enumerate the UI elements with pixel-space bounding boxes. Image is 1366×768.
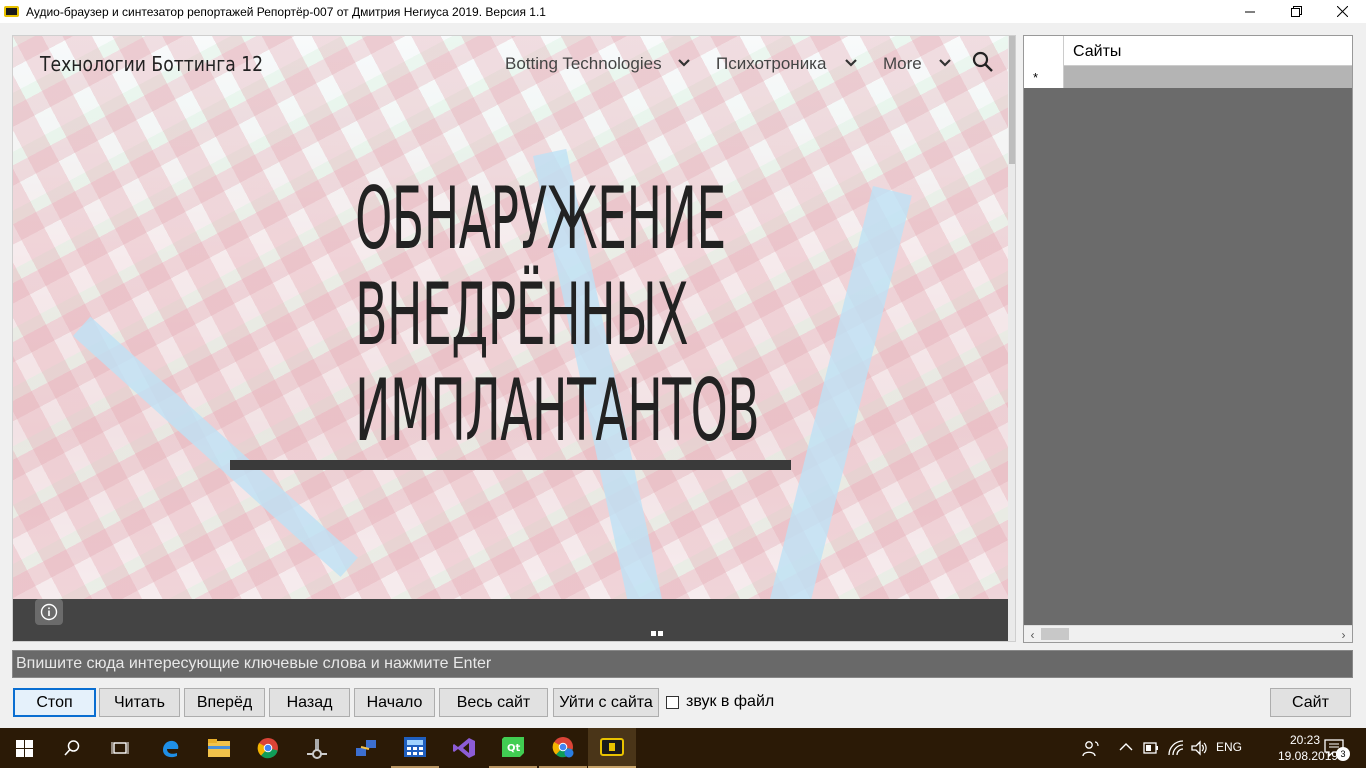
windows-logo-icon [15,739,33,757]
close-icon [1336,6,1348,17]
network-icon[interactable] [342,728,390,768]
volume-icon[interactable] [1190,739,1208,757]
scroll-left-icon[interactable]: ‹ [1024,626,1041,643]
minimize-button[interactable] [1227,0,1273,23]
start-button[interactable]: Начало [354,688,435,717]
slide-indicator[interactable] [651,631,663,636]
site-title[interactable]: Технологии Боттинга 12 [40,52,263,76]
battery-icon[interactable] [1142,740,1160,756]
window-title: Аудио-браузер и синтезатор репортажей Ре… [26,4,546,19]
headline-line: ВНЕДРЁННЫХ [355,265,689,365]
reporter-app-icon[interactable] [588,728,636,768]
tool-icon[interactable] [293,728,341,768]
scrollbar-thumb[interactable] [1009,36,1015,164]
chevron-up-icon[interactable] [1119,742,1133,752]
stop-button[interactable]: Стоп [13,688,96,717]
task-view-icon[interactable] [96,728,144,768]
calculator-app-icon[interactable] [391,728,439,768]
title-bar: Аудио-браузер и синтезатор репортажей Ре… [0,0,1366,23]
nav-psychotronics[interactable]: Психотроника [716,54,826,74]
sound-to-file-label[interactable]: звук в файл [686,693,774,711]
close-button[interactable] [1319,0,1365,23]
grid-row-header[interactable]: * [1024,66,1064,88]
chevron-down-icon[interactable] [677,56,691,70]
info-glyph [40,603,58,621]
grid-horizontal-scrollbar[interactable]: ‹ › [1024,625,1352,642]
nav-more[interactable]: More [883,54,922,74]
site-header: Технологии Боттинга 12 Botting Technolog… [13,36,1008,118]
nav-botting-technologies[interactable]: Botting Technologies [505,54,662,74]
image-caption-bar [13,599,1008,641]
file-explorer-icon[interactable] [195,728,243,768]
language-indicator[interactable]: ENG [1216,740,1242,754]
keyword-input[interactable] [12,650,1353,678]
web-browser-view[interactable]: Технологии Боттинга 12 Botting Technolog… [12,35,1016,642]
scrollbar-thumb[interactable] [1041,628,1069,640]
maximize-button[interactable] [1273,0,1319,23]
sound-to-file-checkbox[interactable] [666,695,679,709]
headline-underline [230,460,791,470]
scroll-right-icon[interactable]: › [1335,626,1352,643]
windows-start-icon[interactable] [0,728,48,768]
notification-count-badge: 3 [1336,747,1350,761]
app-icon [4,6,19,17]
minimize-icon [1245,11,1255,12]
headline-line: ОБНАРУЖЕНИЕ [355,169,726,269]
page-headline: ОБНАРУЖЕНИЕ ВНЕДРЁННЫХ ИМПЛАНТАНТОВ [228,171,793,459]
wifi-icon[interactable] [1167,739,1185,757]
svg-text:Qt: Qt [507,743,521,754]
chrome-profile-icon[interactable] [539,728,587,768]
browser-vertical-scrollbar[interactable] [1008,36,1015,641]
read-button[interactable]: Читать [99,688,180,717]
grid-new-row[interactable]: * [1024,66,1352,88]
headline-line: ИМПЛАНТАНТОВ [355,361,760,461]
chevron-down-icon[interactable] [938,56,952,70]
sound-to-file-option[interactable]: звук в файл [666,693,774,711]
restore-icon [1290,6,1302,17]
chevron-down-icon[interactable] [844,56,858,70]
qt-icon[interactable]: Qt [489,728,537,768]
grid-column-header-sites[interactable]: Сайты [1073,43,1121,61]
leave-site-button[interactable]: Уйти с сайта [553,688,659,717]
search-icon[interactable] [48,728,96,768]
grid-corner-cell[interactable] [1024,36,1064,66]
people-icon[interactable] [1082,739,1100,757]
visual-studio-icon[interactable] [440,728,488,768]
search-icon[interactable] [971,50,995,74]
grid-header-row: Сайты [1024,36,1352,66]
back-button[interactable]: Назад [269,688,350,717]
chrome-icon[interactable] [244,728,292,768]
forward-button[interactable]: Вперёд [184,688,265,717]
windows-taskbar: Qt ENG 20:23 19.08.2019 [0,728,1366,768]
sites-grid[interactable]: Сайты * ‹ › [1023,35,1353,643]
whole-site-button[interactable]: Весь сайт [439,688,548,717]
edge-icon[interactable] [146,728,194,768]
site-button[interactable]: Сайт [1270,688,1351,717]
info-icon[interactable] [35,599,63,625]
